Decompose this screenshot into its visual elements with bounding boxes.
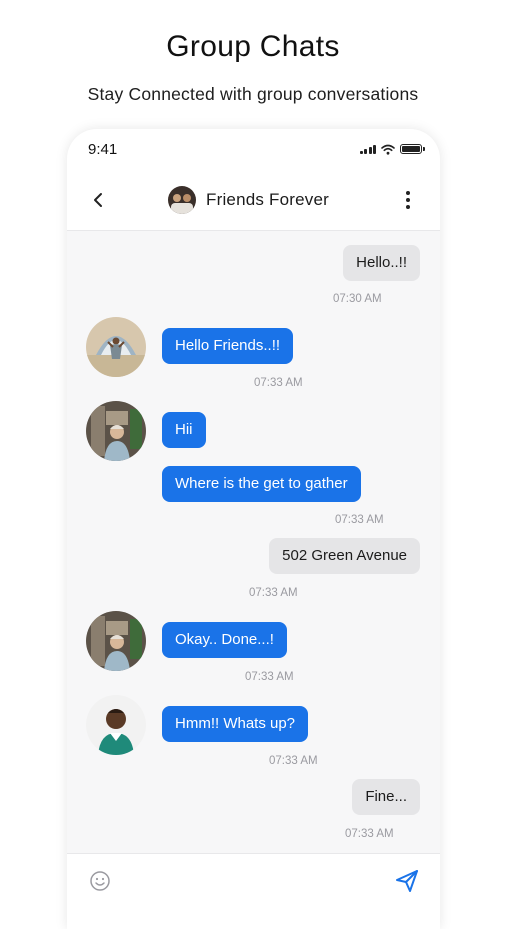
message-timestamp: 07:33 AM bbox=[254, 377, 303, 389]
more-vertical-icon[interactable] bbox=[400, 188, 416, 212]
group-avatar[interactable] bbox=[168, 186, 196, 214]
signal-icon bbox=[359, 144, 376, 154]
message-bubble-outgoing[interactable]: Hello..!! bbox=[343, 245, 420, 281]
status-time: 9:41 bbox=[88, 141, 118, 158]
promo-title: Group Chats bbox=[166, 30, 340, 63]
send-icon[interactable] bbox=[394, 868, 420, 894]
message-bubble-incoming[interactable]: Hello Friends..!! bbox=[162, 328, 294, 364]
sender-avatar[interactable] bbox=[86, 611, 146, 671]
message-timestamp: 07:33 AM bbox=[249, 587, 298, 599]
message-timestamp: 07:33 AM bbox=[335, 514, 384, 526]
sender-avatar[interactable] bbox=[86, 401, 146, 461]
message-bubble-outgoing[interactable]: Fine... bbox=[352, 779, 420, 815]
wifi-icon bbox=[381, 144, 395, 155]
message-bubble-outgoing[interactable]: 502 Green Avenue bbox=[269, 538, 420, 574]
smiley-icon[interactable] bbox=[89, 870, 111, 892]
message-bubble-incoming[interactable]: Okay.. Done...! bbox=[162, 622, 287, 658]
sender-avatar[interactable] bbox=[86, 695, 146, 755]
message-list: Hello..!! 07:30 AM Hello Friends..!! 07:… bbox=[67, 231, 440, 851]
status-bar: 9:41 bbox=[67, 129, 440, 171]
message-composer bbox=[67, 853, 440, 929]
battery-icon bbox=[400, 144, 425, 154]
phone-frame: 9:41 Friends Forever Hello..!! 07:30 AM … bbox=[67, 129, 440, 929]
message-timestamp: 07:33 AM bbox=[345, 828, 394, 840]
message-input[interactable] bbox=[121, 864, 381, 898]
message-bubble-incoming[interactable]: Hmm!! Whats up? bbox=[162, 706, 309, 742]
group-name[interactable]: Friends Forever bbox=[206, 190, 329, 210]
message-bubble-incoming[interactable]: Where is the get to gather bbox=[162, 466, 361, 502]
chat-header: Friends Forever bbox=[67, 171, 440, 231]
message-bubble-incoming[interactable]: Hii bbox=[162, 412, 206, 448]
chevron-left-icon[interactable] bbox=[89, 190, 109, 210]
promo-subtitle: Stay Connected with group conversations bbox=[87, 84, 419, 104]
message-timestamp: 07:33 AM bbox=[269, 755, 318, 767]
sender-avatar[interactable] bbox=[86, 317, 146, 377]
message-timestamp: 07:30 AM bbox=[333, 293, 382, 305]
message-timestamp: 07:33 AM bbox=[245, 671, 294, 683]
status-icons bbox=[359, 143, 425, 155]
